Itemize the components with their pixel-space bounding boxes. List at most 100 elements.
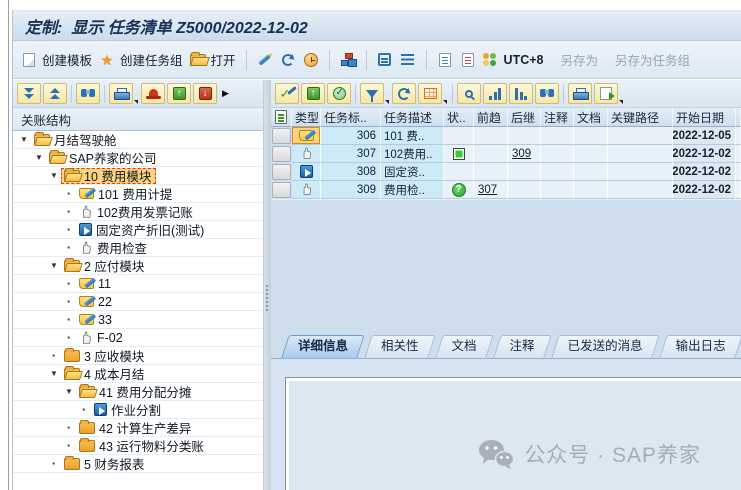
tab-2[interactable]: 相关性 — [368, 335, 432, 358]
display-change-button[interactable] — [257, 52, 273, 68]
timezone-button[interactable]: UTC+8 — [483, 53, 544, 67]
tree-item-body[interactable]: 42 计算生产差异 — [76, 420, 196, 436]
tree-item-body[interactable]: F-02 — [76, 330, 128, 346]
predecessor-cell[interactable] — [474, 127, 508, 145]
column-header[interactable]: 状.. — [444, 108, 474, 127]
create-task-group-button[interactable]: ★ 创建任务组 — [99, 50, 183, 69]
insert-node-button[interactable]: ↑ — [167, 83, 191, 104]
successor-cell[interactable]: 309 — [508, 145, 541, 163]
tree-expander[interactable]: ▼ — [62, 387, 76, 396]
expand-all-button[interactable] — [43, 83, 67, 104]
critical-path-cell[interactable] — [608, 145, 673, 163]
tree-expander[interactable]: ▼ — [32, 153, 46, 162]
tree-expander[interactable]: ▼ — [47, 261, 61, 270]
tree-item[interactable]: ▼ 4 成本月结 — [13, 365, 263, 383]
remove-node-button[interactable]: ↓ — [193, 83, 217, 104]
task-status-cell[interactable] — [444, 127, 474, 145]
tree-expander[interactable]: · — [62, 186, 76, 201]
task-id-cell[interactable]: 308 — [321, 163, 381, 181]
dropdown-arrow-icon[interactable] — [134, 100, 138, 104]
tree-item[interactable]: · 固定资产折旧(测试) — [13, 221, 263, 239]
print-tree-button[interactable] — [109, 83, 133, 104]
toolbar-overflow-icon[interactable]: ▶ — [222, 88, 229, 99]
copy-document-button[interactable] — [437, 52, 453, 68]
column-header[interactable]: 文档 — [574, 108, 608, 127]
select-all-button[interactable] — [271, 108, 292, 127]
task-description-cell[interactable]: 固定资.. — [381, 163, 444, 181]
export-button[interactable] — [594, 83, 618, 104]
tree-item[interactable]: · 5 财务报表 — [13, 455, 263, 473]
row-selector-button[interactable] — [272, 164, 291, 180]
tree-item-body[interactable]: 22 — [76, 294, 117, 310]
tree-item-body[interactable]: 43 运行物料分类账 — [76, 438, 209, 454]
find-in-list-button[interactable] — [457, 83, 481, 104]
start-date-cell[interactable]: 2022-12-02 — [673, 163, 736, 181]
tree-expander[interactable]: · — [62, 222, 76, 237]
tree-expander[interactable]: ▼ — [47, 171, 61, 180]
task-type-cell[interactable] — [292, 145, 321, 163]
tree-item-body[interactable]: 102费用发票记账 — [76, 204, 198, 220]
predecessor-cell[interactable] — [474, 163, 508, 181]
tree-item[interactable]: ▼ 41 费用分配分摊 — [13, 383, 263, 401]
predecessor-cell[interactable] — [474, 145, 508, 163]
tree-expander[interactable]: · — [62, 420, 76, 435]
search-button[interactable] — [535, 83, 559, 104]
task-status-cell[interactable] — [444, 145, 474, 163]
tab-5[interactable]: 已发送的消息 — [555, 335, 656, 358]
tree-expander[interactable]: · — [62, 240, 76, 255]
tree-expander[interactable]: · — [47, 348, 61, 363]
document-cell[interactable] — [574, 127, 608, 145]
row-selector-button[interactable] — [272, 146, 291, 162]
successor-cell[interactable] — [508, 181, 541, 199]
document-cell[interactable] — [574, 181, 608, 199]
task-type-cell[interactable] — [292, 127, 321, 145]
note-cell[interactable] — [541, 127, 574, 145]
column-header[interactable]: 注释 — [541, 108, 574, 127]
tree-item[interactable]: ▼ SAP养家的公司 — [13, 149, 263, 167]
tree-item-body[interactable]: 4 成本月结 — [61, 366, 149, 382]
tree-item[interactable]: · 作业分割 — [13, 401, 263, 419]
successor-link[interactable]: 309 — [508, 148, 531, 160]
column-header[interactable]: 后继 — [508, 108, 541, 127]
tab-6[interactable]: 输出日志 — [663, 335, 739, 358]
task-description-cell[interactable]: 费用检.. — [381, 181, 444, 199]
tree-item-body[interactable]: 11 — [76, 276, 116, 292]
task-id-cell[interactable]: 307 — [321, 145, 381, 163]
tree-item[interactable]: ▼ 月结驾驶舱 — [13, 131, 263, 149]
sort-ascending-button[interactable] — [483, 83, 507, 104]
critical-path-cell[interactable] — [608, 163, 673, 181]
list-view-button[interactable] — [400, 52, 416, 68]
refresh-button[interactable] — [280, 52, 296, 68]
release-task-button[interactable]: ↑ — [301, 83, 325, 104]
tree-item-body[interactable]: 10 费用模块 — [61, 168, 156, 184]
tab-1[interactable]: 详细信息 — [285, 335, 361, 358]
tree-expander[interactable]: · — [47, 456, 61, 471]
open-button[interactable]: 打开 — [190, 50, 236, 69]
tree-item-body[interactable]: 2 应付模块 — [61, 258, 149, 274]
tree-item[interactable]: · 102费用发票记账 — [13, 203, 263, 221]
task-status-cell[interactable] — [444, 163, 474, 181]
task-type-cell[interactable] — [292, 163, 321, 181]
tree-expander[interactable]: · — [62, 276, 76, 291]
start-date-cell[interactable]: 2022-12-02 — [673, 145, 736, 163]
document-cell[interactable] — [574, 163, 608, 181]
tree-item[interactable]: · 费用检查 — [13, 239, 263, 257]
tree-item-body[interactable]: 费用检查 — [76, 240, 152, 256]
confirm-task-button[interactable]: ✓ — [275, 83, 299, 104]
note-cell[interactable] — [541, 163, 574, 181]
tree-expander[interactable]: · — [62, 294, 76, 309]
tree-item[interactable]: ▼ 10 费用模块 — [13, 167, 263, 185]
calendar-button[interactable] — [377, 52, 393, 68]
tree-item[interactable]: · 3 应收模块 — [13, 347, 263, 365]
tree-item-body[interactable]: 作业分割 — [91, 402, 166, 418]
tree-expander[interactable]: · — [77, 402, 91, 417]
tree-item-body[interactable]: 101 费用计提 — [76, 186, 177, 202]
find-button[interactable] — [76, 83, 100, 104]
tab-4[interactable]: 注释 — [497, 335, 548, 358]
tree-item-body[interactable]: 41 费用分配分摊 — [76, 384, 196, 400]
collapse-all-button[interactable] — [17, 83, 41, 104]
predecessor-link[interactable]: 307 — [474, 184, 497, 196]
focus-button[interactable] — [141, 83, 165, 104]
tree-expander[interactable]: · — [62, 438, 76, 453]
tree-item[interactable]: · 101 费用计提 — [13, 185, 263, 203]
